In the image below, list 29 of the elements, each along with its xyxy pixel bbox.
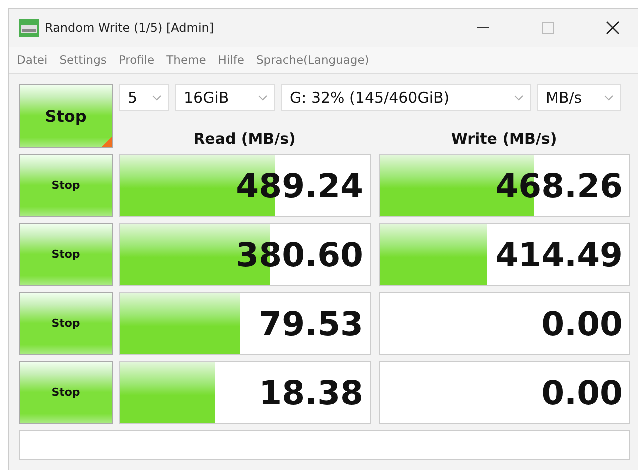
speed-value: 414.49 bbox=[496, 238, 623, 271]
speed-value: 0.00 bbox=[542, 307, 623, 340]
dropdown[interactable]: 16GiB bbox=[175, 84, 275, 111]
caret-icon bbox=[604, 94, 614, 100]
speed-value: 18.38 bbox=[259, 376, 364, 409]
menu-item[interactable]: Profile bbox=[118, 53, 155, 67]
column-header: Write (MB/s) bbox=[450, 130, 558, 148]
dropdown[interactable]: G: 32% (145/460GiB) bbox=[281, 84, 531, 111]
dropdown[interactable]: MB/s bbox=[537, 84, 621, 111]
test-stop-button[interactable]: Stop bbox=[19, 154, 113, 217]
caret-icon bbox=[258, 94, 268, 100]
speed-value: 79.53 bbox=[259, 307, 364, 340]
test-stop-button[interactable]: Stop bbox=[19, 361, 113, 424]
caret-icon bbox=[514, 94, 524, 100]
menu-item[interactable]: Theme bbox=[166, 53, 206, 67]
menu-item[interactable]: Hilfe bbox=[218, 53, 244, 67]
window-title: Random Write (1/5) [Admin] bbox=[45, 21, 214, 35]
speed-value: 0.00 bbox=[542, 376, 623, 409]
column-header: Read (MB/s) bbox=[192, 130, 297, 148]
dropdown[interactable]: 5 bbox=[119, 84, 169, 111]
close-icon[interactable] bbox=[606, 21, 620, 35]
corner-marker-icon bbox=[102, 137, 112, 147]
test-stop-button[interactable]: Stop bbox=[19, 223, 113, 286]
menu-item[interactable]: Settings bbox=[60, 53, 107, 67]
start-stop-button[interactable]: Stop bbox=[19, 84, 113, 148]
test-stop-button[interactable]: Stop bbox=[19, 292, 113, 355]
caret-icon bbox=[152, 94, 162, 100]
menu-item[interactable]: Datei bbox=[17, 53, 48, 67]
menu-item[interactable]: Sprache(Language) bbox=[256, 53, 370, 67]
